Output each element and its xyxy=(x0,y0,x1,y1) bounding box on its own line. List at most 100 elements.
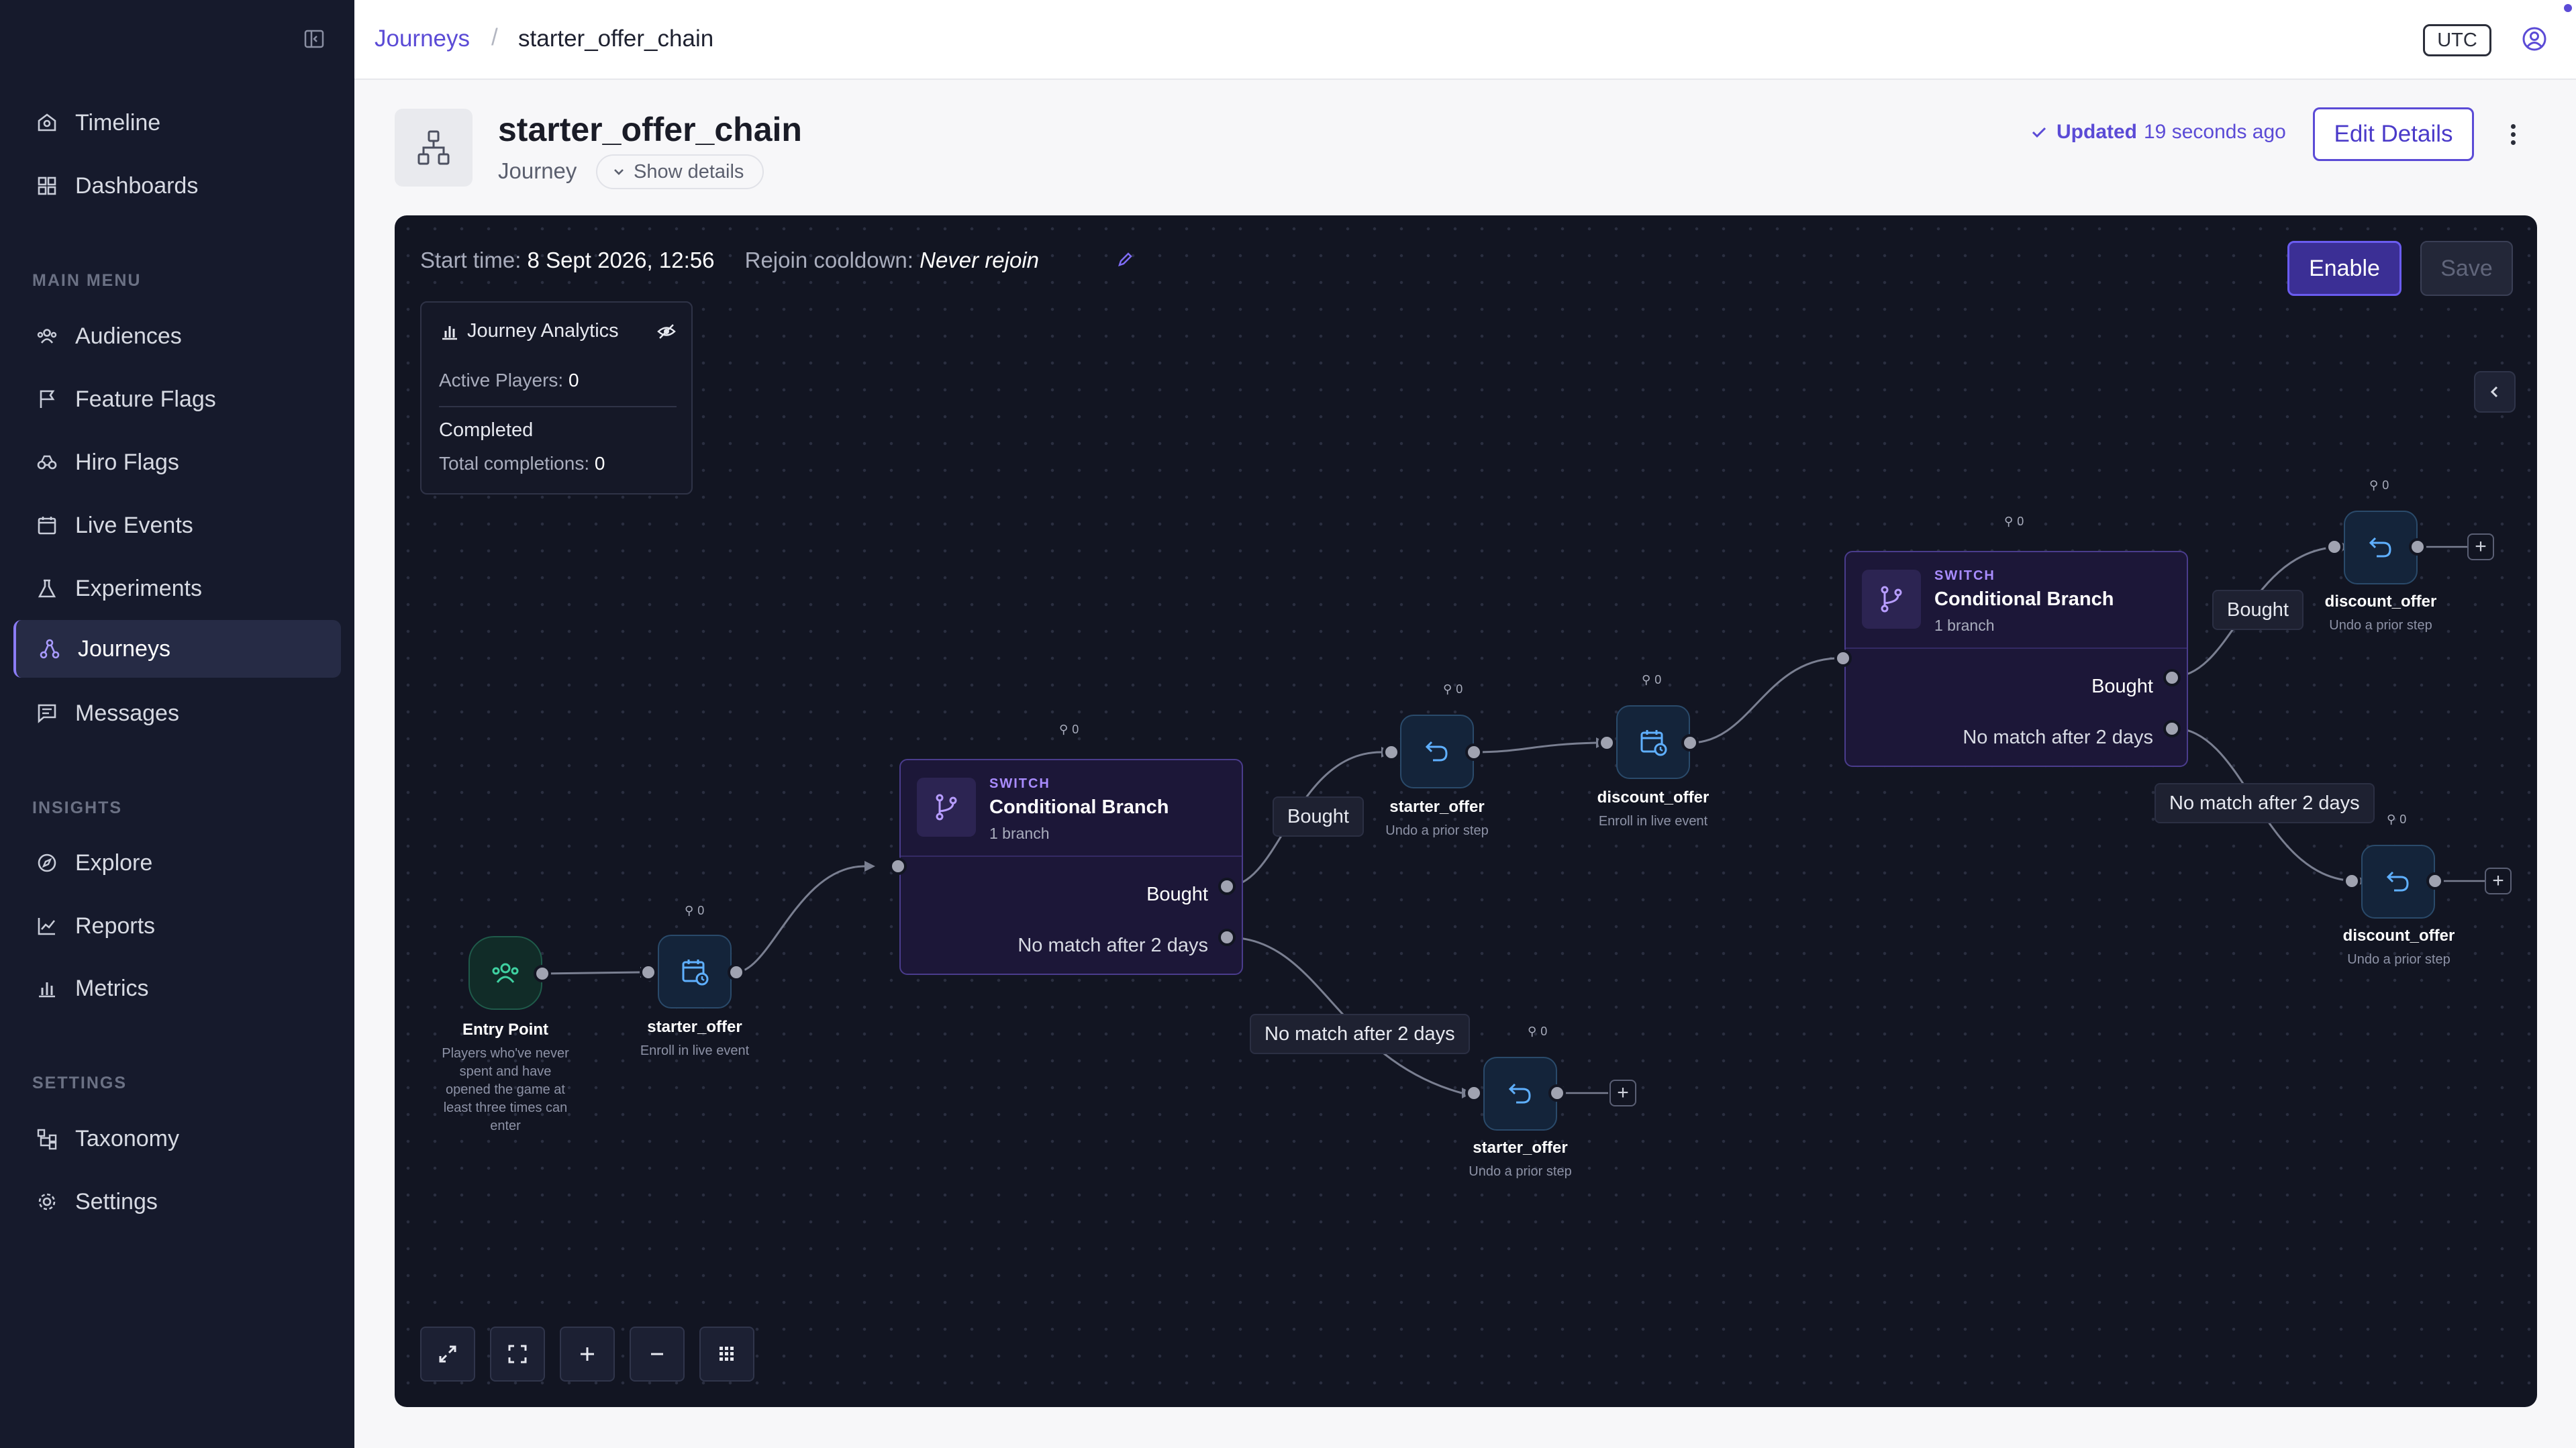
add-step-button[interactable]: + xyxy=(1609,1080,1636,1106)
entry-point-title: Entry Point xyxy=(462,1021,548,1039)
add-step-button[interactable]: + xyxy=(2467,533,2494,560)
discount-offer-undo-node[interactable] xyxy=(2344,511,2418,584)
output-port[interactable] xyxy=(2163,720,2181,737)
output-port[interactable] xyxy=(534,965,551,982)
starter-offer-undo-node[interactable] xyxy=(1400,715,1474,788)
bar-chart-icon xyxy=(35,976,59,1000)
sidebar-item-journeys[interactable]: Journeys xyxy=(13,620,341,678)
player-count: ⚲ 0 xyxy=(2369,478,2389,493)
divider xyxy=(1846,648,2187,649)
more-options-icon[interactable] xyxy=(2499,118,2526,150)
player-count: ⚲ 0 xyxy=(2004,515,2024,529)
input-port[interactable] xyxy=(1834,650,1852,667)
eye-off-icon[interactable] xyxy=(656,321,677,342)
undo-icon xyxy=(1424,738,1450,765)
expand-icon[interactable] xyxy=(420,1327,475,1382)
output-port[interactable] xyxy=(728,964,745,981)
node-subtitle: Undo a prior step xyxy=(2329,618,2432,633)
total-completions-value: 0 xyxy=(594,453,605,474)
conditional-branch-node[interactable]: SWITCH Conditional Branch 1 branch Bough… xyxy=(899,759,1243,975)
sidebar-item-dashboards[interactable]: Dashboards xyxy=(13,157,341,215)
person-icon: ⚲ xyxy=(1528,1025,1537,1038)
sidebar-item-experiments[interactable]: Experiments xyxy=(13,560,341,617)
sidebar-item-timeline[interactable]: Timeline xyxy=(13,94,341,152)
divider xyxy=(901,856,1242,857)
input-port[interactable] xyxy=(2326,538,2343,556)
analytics-title-text: Journey Analytics xyxy=(467,320,619,342)
entry-point-description: Players who've never spent and have open… xyxy=(442,1046,569,1133)
timezone-badge[interactable]: UTC xyxy=(2423,24,2491,56)
starter-offer-undo-node[interactable] xyxy=(1483,1057,1557,1131)
sidebar-item-label: Timeline xyxy=(75,109,161,136)
sidebar-item-reports[interactable]: Reports xyxy=(13,897,341,955)
output-port[interactable] xyxy=(1465,743,1483,761)
sidebar-item-feature-flags[interactable]: Feature Flags xyxy=(13,370,341,428)
breadcrumb-journeys[interactable]: Journeys xyxy=(375,25,470,52)
input-port[interactable] xyxy=(1465,1084,1483,1102)
output-port[interactable] xyxy=(2163,669,2181,686)
node-title: discount_offer xyxy=(2342,927,2455,945)
active-players: Active Players: 0 xyxy=(439,370,579,391)
sidebar-item-label: Live Events xyxy=(75,512,193,538)
sidebar-item-label: Settings xyxy=(75,1188,158,1214)
page-title: starter_offer_chain xyxy=(498,111,802,148)
input-port[interactable] xyxy=(889,858,907,875)
fit-view-icon[interactable] xyxy=(490,1327,545,1382)
output-port[interactable] xyxy=(2409,538,2426,556)
journey-canvas[interactable]: Start time: 8 Sept 2026, 12:56 Rejoin co… xyxy=(395,215,2537,1407)
edit-pencil-icon[interactable] xyxy=(1116,250,1134,269)
reports-icon xyxy=(35,914,59,938)
grid-icon[interactable] xyxy=(699,1327,754,1382)
show-details-button[interactable]: Show details xyxy=(596,154,764,189)
edge-label-no-match: No match after 2 days xyxy=(1250,1014,1470,1054)
input-port[interactable] xyxy=(1598,734,1616,752)
edit-details-button[interactable]: Edit Details xyxy=(2313,107,2474,161)
starter-offer-enroll-node[interactable] xyxy=(658,935,732,1009)
sidebar-item-messages[interactable]: Messages xyxy=(13,684,341,742)
discount-offer-undo-node[interactable] xyxy=(2361,845,2435,919)
entry-point-node[interactable] xyxy=(468,936,542,1010)
show-details-label: Show details xyxy=(634,160,744,183)
discount-offer-enroll-node[interactable] xyxy=(1616,705,1690,779)
sidebar-item-label: Journeys xyxy=(78,635,170,662)
sidebar-item-label: Audiences xyxy=(75,323,182,349)
calendar-clock-icon xyxy=(1638,727,1668,757)
save-button[interactable]: Save xyxy=(2420,241,2513,296)
sidebar-item-taxonomy[interactable]: Taxonomy xyxy=(13,1110,341,1168)
input-port[interactable] xyxy=(640,964,657,981)
sidebar-item-audiences[interactable]: Audiences xyxy=(13,307,341,365)
output-port[interactable] xyxy=(1548,1084,1566,1102)
input-port[interactable] xyxy=(1383,743,1400,761)
output-port[interactable] xyxy=(1218,929,1236,946)
zoom-in-icon[interactable] xyxy=(560,1327,615,1382)
conditional-branch-node[interactable]: SWITCH Conditional Branch 1 branch Bough… xyxy=(1844,551,2188,767)
output-port[interactable] xyxy=(2426,872,2444,890)
topbar: Journeys / starter_offer_chain UTC xyxy=(354,0,2576,80)
sidebar-item-settings[interactable]: Settings xyxy=(13,1173,341,1231)
node-title: starter_offer xyxy=(1389,798,1485,816)
sidebar-item-explore[interactable]: Explore xyxy=(13,834,341,892)
taxonomy-icon xyxy=(35,1127,59,1151)
sidebar-item-metrics[interactable]: Metrics xyxy=(13,960,341,1017)
sidebar-item-label: Hiro Flags xyxy=(75,449,179,475)
sidebar-collapse-icon[interactable] xyxy=(303,28,325,50)
chevron-left-icon[interactable] xyxy=(2474,371,2516,413)
add-step-button[interactable]: + xyxy=(2485,868,2512,894)
total-completions-label: Total completions: xyxy=(439,453,590,474)
node-subtitle: Enroll in live event xyxy=(1598,814,1708,829)
canvas-toolbar xyxy=(420,1327,754,1382)
zoom-out-icon[interactable] xyxy=(630,1327,685,1382)
calendar-icon xyxy=(35,513,59,537)
enable-button[interactable]: Enable xyxy=(2287,241,2401,296)
sidebar-item-live-events[interactable]: Live Events xyxy=(13,497,341,554)
branch-output-bought: Bought xyxy=(2091,676,2153,697)
user-icon[interactable] xyxy=(2521,25,2548,52)
person-icon: ⚲ xyxy=(685,904,694,917)
output-port[interactable] xyxy=(1681,734,1699,752)
output-port[interactable] xyxy=(1218,878,1236,895)
input-port[interactable] xyxy=(2343,872,2361,890)
node-kind: SWITCH xyxy=(989,776,1050,791)
sidebar-item-label: Taxonomy xyxy=(75,1125,179,1151)
sidebar-item-hiro-flags[interactable]: Hiro Flags xyxy=(13,433,341,491)
completed-title: Completed xyxy=(439,419,534,441)
